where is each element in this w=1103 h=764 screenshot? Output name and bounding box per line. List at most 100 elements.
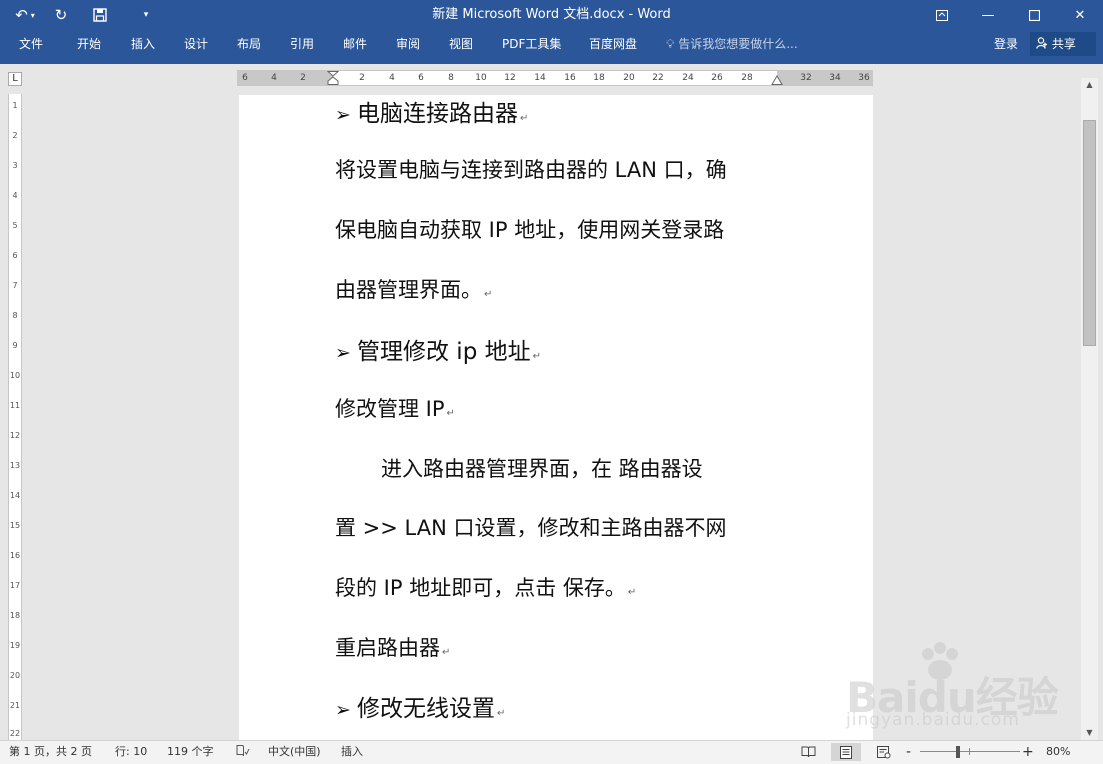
doc-heading[interactable]: ➢ 修改无线设置 ↵	[335, 689, 505, 723]
tab-stop-selector[interactable]: L	[8, 72, 22, 86]
doc-paragraph-line[interactable]: 由器管理界面。 ↵	[335, 274, 492, 304]
document-page[interactable]: ➢ 电脑连接路由器 ↵ 将设置电脑与连接到路由器的 LAN 口，确 保电脑自动获取 …	[239, 95, 873, 740]
scroll-down-arrow-icon[interactable]: ▼	[1081, 726, 1098, 740]
vertical-ruler[interactable]: 1 2 3 4 5 6 7 8 9 10 11 12 13 14 15 16 1…	[8, 94, 22, 740]
paw-logo-icon	[922, 642, 958, 680]
line-number[interactable]: 行: 10	[115, 741, 147, 763]
read-mode-button[interactable]	[793, 743, 823, 761]
undo-dropdown-icon[interactable]: ▾	[31, 11, 35, 20]
ribbon-display-options-button[interactable]	[919, 0, 965, 30]
vruler-tick: 12	[9, 431, 21, 440]
ruler-tick: 20	[623, 73, 635, 83]
ruler-tick: 6	[418, 73, 424, 83]
vruler-tick: 17	[9, 581, 21, 590]
tab-baidu-netdisk[interactable]: 百度网盘	[589, 30, 637, 58]
horizontal-ruler[interactable]: 6 4 2 2 4 6 8 10 12 14 16 18 20 22 24 26…	[237, 70, 873, 86]
tab-layout[interactable]: 布局	[237, 30, 261, 58]
proofing-book-icon	[236, 745, 250, 757]
vruler-tick: 8	[12, 311, 18, 320]
ruler-tick: 34	[829, 73, 841, 83]
paragraph-mark-icon: ↵	[446, 408, 455, 419]
zoom-in-button[interactable]: +	[1022, 741, 1034, 763]
read-mode-icon	[801, 746, 815, 758]
minimize-icon: —	[981, 7, 995, 23]
zoom-level[interactable]: 80%	[1046, 741, 1070, 763]
tab-insert[interactable]: 插入	[131, 30, 155, 58]
ruler-tick: 2	[359, 73, 365, 83]
redo-icon: ↻	[54, 6, 68, 24]
arrow-bullet-icon: ➢	[335, 342, 351, 364]
vruler-tick: 7	[12, 281, 18, 290]
share-button[interactable]: 共享	[1030, 32, 1096, 56]
doc-paragraph-line[interactable]: 段的 IP 地址即可，点击 保存。 ↵	[335, 572, 636, 602]
undo-button[interactable]: ↶ ▾	[6, 0, 44, 30]
arrow-bullet-icon: ➢	[335, 104, 351, 126]
doc-paragraph-line[interactable]: 修改管理 IP ↵	[335, 393, 455, 423]
tab-home[interactable]: 开始	[77, 30, 101, 58]
zoom-slider-thumb[interactable]	[956, 746, 960, 758]
proofing-icon[interactable]	[236, 741, 250, 763]
paragraph-mark-icon: ↵	[497, 708, 506, 719]
right-indent-marker[interactable]	[771, 75, 783, 85]
ruler-tick: 4	[389, 73, 395, 83]
tab-file[interactable]: 文件	[19, 30, 43, 58]
close-button[interactable]: ✕	[1057, 0, 1103, 30]
zoom-slider-track[interactable]	[920, 751, 1020, 752]
tab-references[interactable]: 引用	[290, 30, 314, 58]
customize-qat-button[interactable]: ▾	[122, 0, 170, 30]
doc-paragraph-line[interactable]: 保电脑自动获取 IP 地址，使用网关登录路	[335, 214, 724, 244]
paragraph-mark-icon: ↵	[532, 351, 542, 362]
paragraph-mark-icon: ↵	[442, 647, 451, 658]
language-indicator[interactable]: 中文(中国)	[268, 741, 321, 763]
vertical-scrollbar[interactable]: ▲ ▼	[1081, 78, 1098, 740]
page-count[interactable]: 第 1 页，共 2 页	[9, 741, 92, 763]
doc-heading[interactable]: ➢ 电脑连接路由器 ↵	[335, 95, 528, 128]
maximize-icon	[1028, 9, 1040, 21]
insert-mode[interactable]: 插入	[341, 741, 363, 763]
vruler-tick: 5	[12, 221, 18, 230]
vruler-tick: 16	[9, 551, 21, 560]
tab-view[interactable]: 视图	[449, 30, 473, 58]
line-text: 电脑连接路由器	[357, 101, 518, 127]
doc-heading[interactable]: ➢ 管理修改 ip 地址 ↵	[335, 332, 541, 366]
arrow-bullet-icon: ➢	[335, 699, 351, 721]
doc-paragraph-line[interactable]: 进入路由器管理界面，在 路由器设	[381, 453, 703, 483]
scrollbar-thumb[interactable]	[1083, 120, 1096, 346]
minimize-button[interactable]: —	[965, 0, 1011, 30]
word-count[interactable]: 119 个字	[167, 741, 214, 763]
vruler-tick: 10	[9, 371, 21, 380]
share-person-icon	[1036, 37, 1047, 49]
print-layout-button[interactable]	[831, 743, 861, 761]
paragraph-mark-icon: ↵	[627, 587, 637, 598]
web-layout-button[interactable]	[869, 743, 899, 761]
vruler-tick: 6	[12, 251, 18, 260]
customize-qat-icon: ▾	[143, 10, 149, 20]
tell-me-search[interactable]: 💡︎ 告诉我您想要做什么...	[666, 30, 798, 58]
doc-paragraph-line[interactable]: 置 >> LAN 口设置，修改和主路由器不网	[335, 512, 726, 542]
vruler-tick: 1	[12, 101, 18, 110]
line-text: 修改无线设置	[357, 696, 495, 722]
save-button[interactable]	[78, 0, 122, 30]
ribbon-tab-bar: 文件 开始 插入 设计 布局 引用 邮件 审阅 视图 PDF工具集 百度网盘 💡…	[0, 30, 1103, 64]
tab-mailings[interactable]: 邮件	[343, 30, 367, 58]
line-text: 修改管理 IP	[335, 397, 445, 421]
doc-paragraph-line[interactable]: 重启路由器 ↵	[335, 632, 450, 662]
tab-design[interactable]: 设计	[184, 30, 208, 58]
scroll-up-arrow-icon[interactable]: ▲	[1081, 78, 1098, 92]
close-icon: ✕	[1074, 7, 1086, 23]
tab-review[interactable]: 审阅	[396, 30, 420, 58]
baidu-watermark: Baidu经验 jingyan.baidu.com	[846, 640, 1059, 740]
maximize-button[interactable]	[1011, 0, 1057, 30]
title-bar: ↶ ▾ ↻ ▾ 新建 Microsoft Word 文档.docx - Word …	[0, 0, 1103, 30]
login-button[interactable]: 登录	[994, 30, 1018, 58]
zoom-out-button[interactable]: -	[906, 741, 911, 763]
ruler-tick: 32	[800, 73, 812, 83]
line-text: 由器管理界面。	[335, 278, 482, 302]
first-line-indent-marker[interactable]	[327, 71, 339, 85]
tab-pdf-tools[interactable]: PDF工具集	[502, 30, 561, 58]
ruler-tick: 26	[711, 73, 723, 83]
redo-button[interactable]: ↻	[44, 0, 78, 30]
line-text: 保电脑自动获取 IP 地址，使用网关登录路	[335, 218, 725, 242]
doc-paragraph-line[interactable]: 将设置电脑与连接到路由器的 LAN 口，确	[335, 154, 727, 184]
vruler-tick: 21	[9, 701, 21, 710]
